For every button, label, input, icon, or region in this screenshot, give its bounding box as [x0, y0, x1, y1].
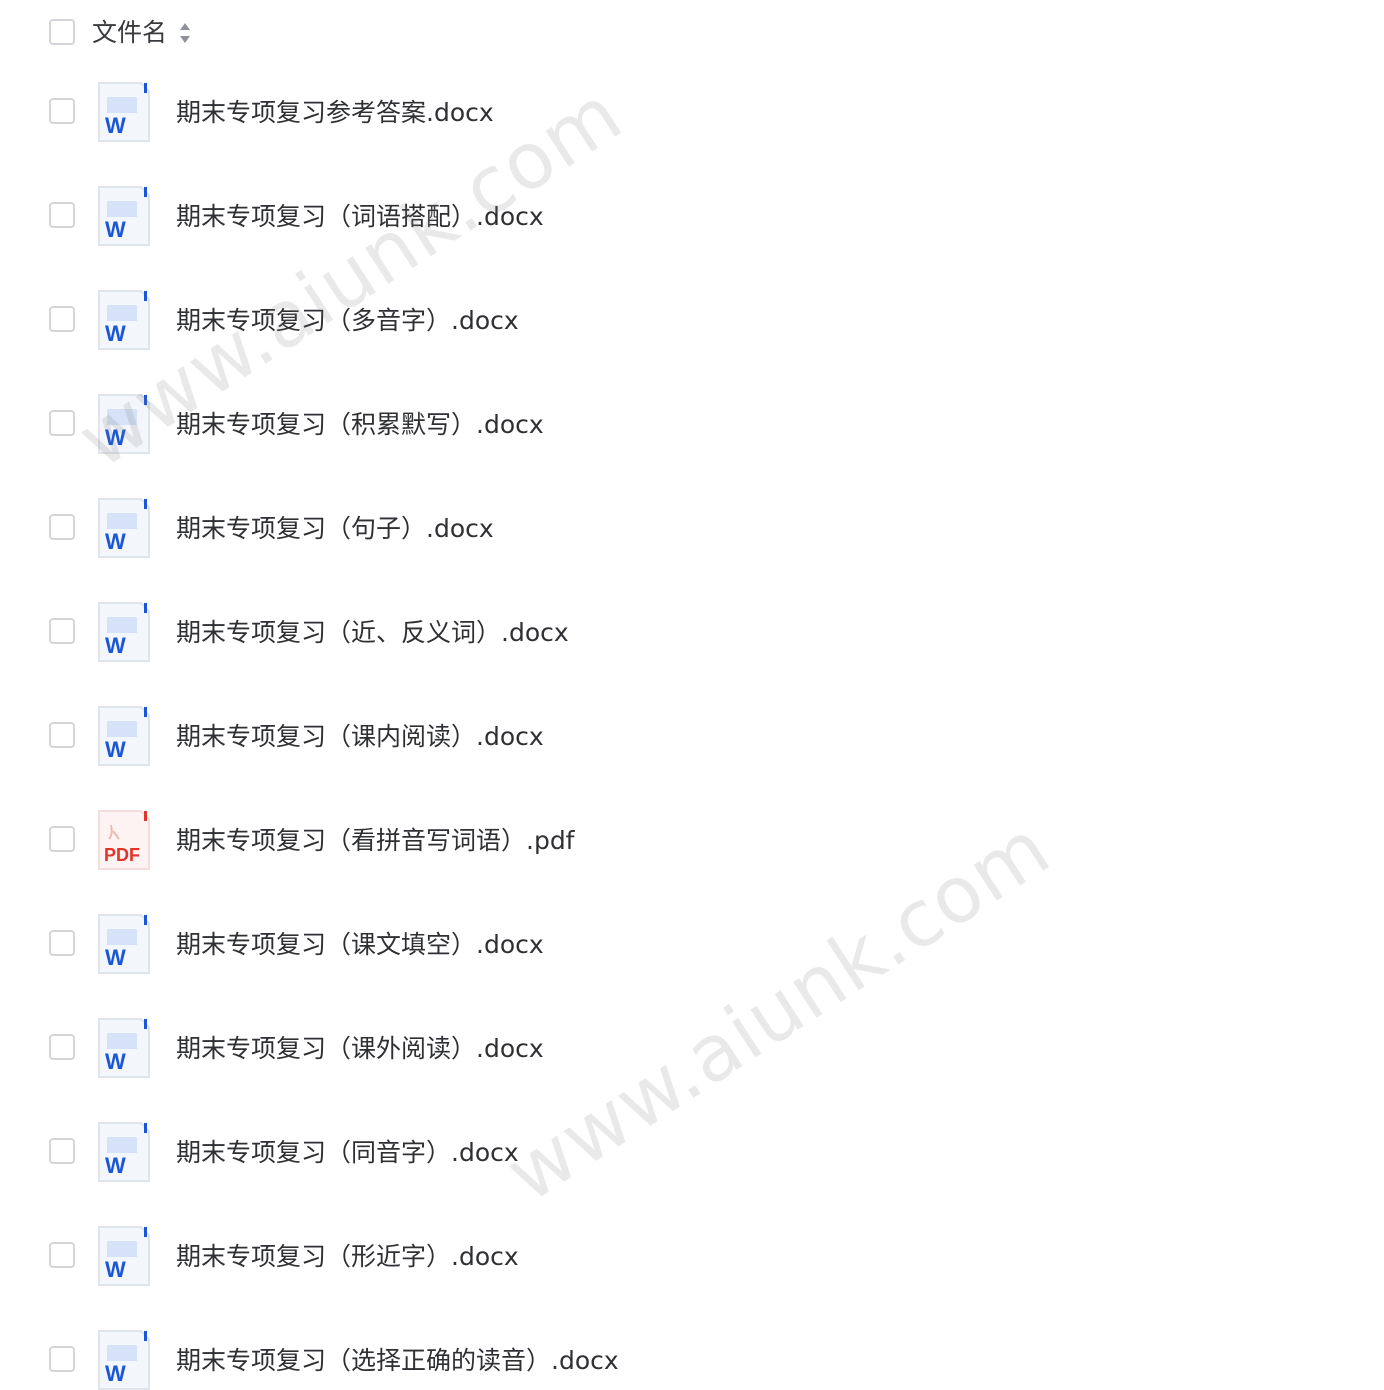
file-row-checkbox[interactable]: [49, 202, 75, 228]
file-row[interactable]: W 期末专项复习（句子）.docx: [0, 478, 1384, 582]
file-row-checkbox[interactable]: [49, 514, 75, 540]
word-icon: W: [97, 1017, 151, 1079]
word-icon: W: [97, 1225, 151, 1287]
file-row[interactable]: W 期末专项复习（积累默写）.docx: [0, 374, 1384, 478]
word-icon: W: [97, 497, 151, 559]
svg-text:PDF: PDF: [104, 845, 140, 865]
file-row-checkbox[interactable]: [49, 1034, 75, 1060]
file-name[interactable]: 期末专项复习（多音字）.docx: [176, 301, 519, 341]
word-icon: W: [97, 705, 151, 767]
pdf-icon: PDF: [97, 809, 151, 871]
file-name[interactable]: 期末专项复习（同音字）.docx: [176, 1133, 519, 1173]
file-row-checkbox[interactable]: [49, 306, 75, 332]
file-name[interactable]: 期末专项复习（选择正确的读音）.docx: [176, 1341, 619, 1381]
file-row[interactable]: W 期末专项复习（形近字）.docx: [0, 1206, 1384, 1310]
select-all-checkbox[interactable]: [49, 19, 75, 45]
file-row-checkbox[interactable]: [49, 826, 75, 852]
word-icon: W: [97, 289, 151, 351]
file-name[interactable]: 期末专项复习（看拼音写词语）.pdf: [176, 821, 575, 861]
file-name[interactable]: 期末专项复习（积累默写）.docx: [176, 405, 544, 445]
file-row[interactable]: W 期末专项复习（近、反义词）.docx: [0, 582, 1384, 686]
word-icon: W: [97, 601, 151, 663]
file-name[interactable]: 期末专项复习（课文填空）.docx: [176, 925, 544, 965]
filename-column-header[interactable]: 文件名: [92, 14, 167, 52]
word-icon: W: [97, 393, 151, 455]
file-row-checkbox[interactable]: [49, 618, 75, 644]
svg-text:W: W: [105, 633, 126, 658]
svg-text:W: W: [105, 321, 126, 346]
svg-text:W: W: [105, 529, 126, 554]
file-row[interactable]: W 期末专项复习（选择正确的读音）.docx: [0, 1310, 1384, 1390]
file-row-checkbox[interactable]: [49, 410, 75, 436]
file-list: W 期末专项复习参考答案.docx W 期末专项复习（词语搭配）.docx W …: [0, 62, 1384, 1390]
word-icon: W: [97, 1329, 151, 1390]
svg-text:W: W: [105, 1153, 126, 1178]
file-name[interactable]: 期末专项复习（句子）.docx: [176, 509, 494, 549]
file-row[interactable]: W 期末专项复习（多音字）.docx: [0, 270, 1384, 374]
file-name[interactable]: 期末专项复习（近、反义词）.docx: [176, 613, 569, 653]
word-icon: W: [97, 81, 151, 143]
svg-text:W: W: [105, 1257, 126, 1282]
svg-text:W: W: [105, 945, 126, 970]
svg-text:W: W: [105, 1361, 126, 1386]
word-icon: W: [97, 913, 151, 975]
file-name[interactable]: 期末专项复习参考答案.docx: [176, 93, 494, 133]
sort-icon[interactable]: [178, 20, 192, 46]
file-name[interactable]: 期末专项复习（课外阅读）.docx: [176, 1029, 544, 1069]
file-row-checkbox[interactable]: [49, 1346, 75, 1372]
file-row[interactable]: W 期末专项复习（课文填空）.docx: [0, 894, 1384, 998]
file-row-checkbox[interactable]: [49, 930, 75, 956]
svg-text:W: W: [105, 113, 126, 138]
file-name[interactable]: 期末专项复习（形近字）.docx: [176, 1237, 519, 1277]
file-row[interactable]: PDF 期末专项复习（看拼音写词语）.pdf: [0, 790, 1384, 894]
file-list-header: 文件名: [0, 0, 1384, 66]
file-row[interactable]: W 期末专项复习参考答案.docx: [0, 62, 1384, 166]
file-name[interactable]: 期末专项复习（词语搭配）.docx: [176, 197, 544, 237]
word-icon: W: [97, 185, 151, 247]
file-name[interactable]: 期末专项复习（课内阅读）.docx: [176, 717, 544, 757]
file-row-checkbox[interactable]: [49, 722, 75, 748]
file-row[interactable]: W 期末专项复习（课外阅读）.docx: [0, 998, 1384, 1102]
file-row[interactable]: W 期末专项复习（词语搭配）.docx: [0, 166, 1384, 270]
svg-text:W: W: [105, 1049, 126, 1074]
file-row[interactable]: W 期末专项复习（课内阅读）.docx: [0, 686, 1384, 790]
file-row-checkbox[interactable]: [49, 98, 75, 124]
svg-text:W: W: [105, 425, 126, 450]
file-row-checkbox[interactable]: [49, 1138, 75, 1164]
svg-text:W: W: [105, 737, 126, 762]
word-icon: W: [97, 1121, 151, 1183]
file-row-checkbox[interactable]: [49, 1242, 75, 1268]
file-row[interactable]: W 期末专项复习（同音字）.docx: [0, 1102, 1384, 1206]
svg-text:W: W: [105, 217, 126, 242]
